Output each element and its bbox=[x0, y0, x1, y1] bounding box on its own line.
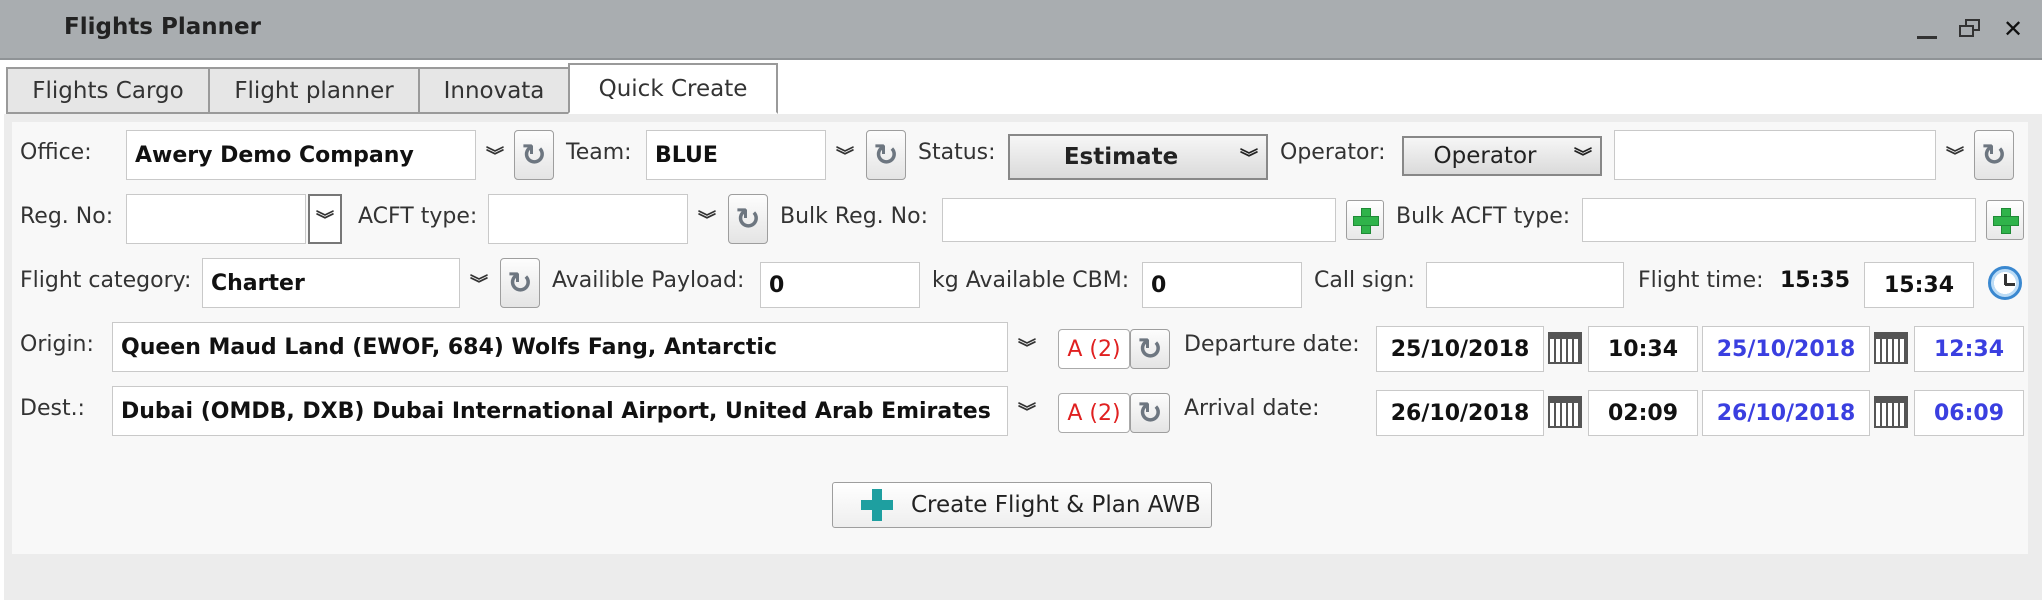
available-cbm-label: kg Available CBM: bbox=[932, 268, 1130, 293]
add-bulk-acft-type-button[interactable] bbox=[1986, 200, 2024, 240]
origin-refresh-icon[interactable]: ↻ bbox=[1130, 329, 1170, 369]
call-sign-label: Call sign: bbox=[1314, 268, 1415, 293]
calendar-icon[interactable] bbox=[1548, 396, 1582, 428]
bulk-acft-type-field[interactable] bbox=[1582, 198, 1976, 242]
reg-no-field[interactable] bbox=[126, 194, 306, 244]
available-cbm-field[interactable]: 0 bbox=[1142, 262, 1302, 308]
team-label: Team: bbox=[566, 140, 632, 165]
tab-flights-cargo[interactable]: Flights Cargo bbox=[6, 67, 210, 114]
bulk-acft-type-label: Bulk ACFT type: bbox=[1396, 204, 1571, 229]
operator-chevron-icon: ︾ bbox=[1574, 147, 1592, 168]
title-bar bbox=[0, 0, 2042, 60]
origin-field[interactable]: Queen Maud Land (EWOF, 684) Wolfs Fang, … bbox=[112, 322, 1008, 372]
flight-category-field[interactable]: Charter bbox=[202, 258, 460, 308]
add-icon bbox=[1353, 208, 1379, 234]
operator-select-value: Operator bbox=[1433, 143, 1537, 169]
departure-date-local-field[interactable]: 25/10/2018 bbox=[1702, 326, 1870, 372]
acft-type-field[interactable] bbox=[488, 194, 688, 244]
calendar-icon[interactable] bbox=[1874, 396, 1908, 428]
dest-airport-button[interactable]: A (2) bbox=[1058, 393, 1130, 433]
operator-field[interactable] bbox=[1614, 130, 1936, 180]
minimize-icon bbox=[1917, 35, 1937, 39]
tab-innovata[interactable]: Innovata bbox=[418, 67, 570, 114]
office-dropdown-chevron-icon[interactable]: ︾ bbox=[478, 130, 512, 180]
origin-label: Origin: bbox=[20, 332, 94, 357]
bulk-reg-no-label: Bulk Reg. No: bbox=[780, 204, 928, 229]
add-bulk-reg-no-button[interactable] bbox=[1346, 200, 1384, 240]
team-field[interactable]: BLUE bbox=[646, 130, 826, 180]
clock-icon[interactable] bbox=[1988, 266, 2022, 300]
arrival-date-field[interactable]: 26/10/2018 bbox=[1376, 390, 1544, 436]
departure-time-local-field[interactable]: 12:34 bbox=[1914, 326, 2024, 372]
arrival-date-label: Arrival date: bbox=[1184, 396, 1320, 421]
available-payload-label: Availible Payload: bbox=[552, 268, 745, 293]
acft-type-label: ACFT type: bbox=[358, 204, 478, 229]
departure-date-label: Departure date: bbox=[1184, 332, 1360, 357]
bulk-reg-no-field[interactable] bbox=[942, 198, 1336, 242]
team-dropdown-chevron-icon[interactable]: ︾ bbox=[828, 130, 862, 180]
tab-flight-planner[interactable]: Flight planner bbox=[208, 67, 420, 114]
status-select[interactable]: Estimate ︾ bbox=[1008, 134, 1268, 180]
status-label: Status: bbox=[918, 140, 996, 165]
close-icon: ✕ bbox=[2002, 15, 2024, 43]
minimize-button[interactable] bbox=[1912, 14, 1942, 44]
dest-dropdown-chevron-icon[interactable]: ︾ bbox=[1010, 386, 1044, 436]
acft-type-refresh-icon[interactable]: ↻ bbox=[728, 194, 768, 244]
available-payload-field[interactable]: 0 bbox=[760, 262, 920, 308]
call-sign-field[interactable] bbox=[1426, 262, 1624, 308]
operator-dropdown-chevron-icon[interactable]: ︾ bbox=[1938, 130, 1972, 180]
dest-label: Dest.: bbox=[20, 396, 85, 421]
departure-date-field[interactable]: 25/10/2018 bbox=[1376, 326, 1544, 372]
flight-time-field[interactable]: 15:34 bbox=[1864, 262, 1974, 308]
acft-type-dropdown-chevron-icon[interactable]: ︾ bbox=[690, 194, 724, 244]
origin-airport-button[interactable]: A (2) bbox=[1058, 329, 1130, 369]
window-title: Flights Planner bbox=[64, 14, 261, 40]
restore-button[interactable] bbox=[1955, 14, 1985, 44]
restore-icon bbox=[1959, 19, 1981, 39]
operator-select[interactable]: Operator ︾ bbox=[1402, 136, 1602, 176]
arrival-time-field[interactable]: 02:09 bbox=[1588, 390, 1698, 436]
origin-dropdown-chevron-icon[interactable]: ︾ bbox=[1010, 322, 1044, 372]
operator-label: Operator: bbox=[1280, 140, 1386, 165]
dest-field[interactable]: Dubai (OMDB, DXB) Dubai International Ai… bbox=[112, 386, 1008, 436]
flight-category-dropdown-chevron-icon[interactable]: ︾ bbox=[462, 258, 496, 308]
dest-refresh-icon[interactable]: ↻ bbox=[1130, 393, 1170, 433]
office-refresh-icon[interactable]: ↻ bbox=[514, 130, 554, 180]
plus-icon bbox=[861, 489, 893, 521]
office-field[interactable]: Awery Demo Company bbox=[126, 130, 476, 180]
reg-no-label: Reg. No: bbox=[20, 204, 114, 229]
close-button[interactable]: ✕ bbox=[1998, 14, 2028, 44]
arrival-date-local-field[interactable]: 26/10/2018 bbox=[1702, 390, 1870, 436]
create-flight-label: Create Flight & Plan AWB bbox=[911, 492, 1201, 518]
reg-no-dropdown-chevron-icon[interactable]: ︾ bbox=[308, 194, 342, 244]
add-icon bbox=[1993, 208, 2019, 234]
create-flight-button[interactable]: Create Flight & Plan AWB bbox=[832, 482, 1212, 528]
flight-category-refresh-icon[interactable]: ↻ bbox=[500, 258, 540, 308]
flight-category-label: Flight category: bbox=[20, 268, 192, 293]
flight-time-label: Flight time: bbox=[1638, 268, 1764, 293]
status-value: Estimate bbox=[1063, 144, 1179, 170]
arrival-time-local-field[interactable]: 06:09 bbox=[1914, 390, 2024, 436]
team-refresh-icon[interactable]: ↻ bbox=[866, 130, 906, 180]
office-label: Office: bbox=[20, 140, 92, 165]
status-chevron-icon: ︾ bbox=[1240, 148, 1258, 169]
calendar-icon[interactable] bbox=[1874, 332, 1908, 364]
tab-quick-create[interactable]: Quick Create bbox=[568, 63, 778, 114]
departure-time-field[interactable]: 10:34 bbox=[1588, 326, 1698, 372]
operator-refresh-icon[interactable]: ↻ bbox=[1974, 130, 2014, 180]
flight-time-computed: 15:35 bbox=[1780, 268, 1851, 293]
calendar-icon[interactable] bbox=[1548, 332, 1582, 364]
